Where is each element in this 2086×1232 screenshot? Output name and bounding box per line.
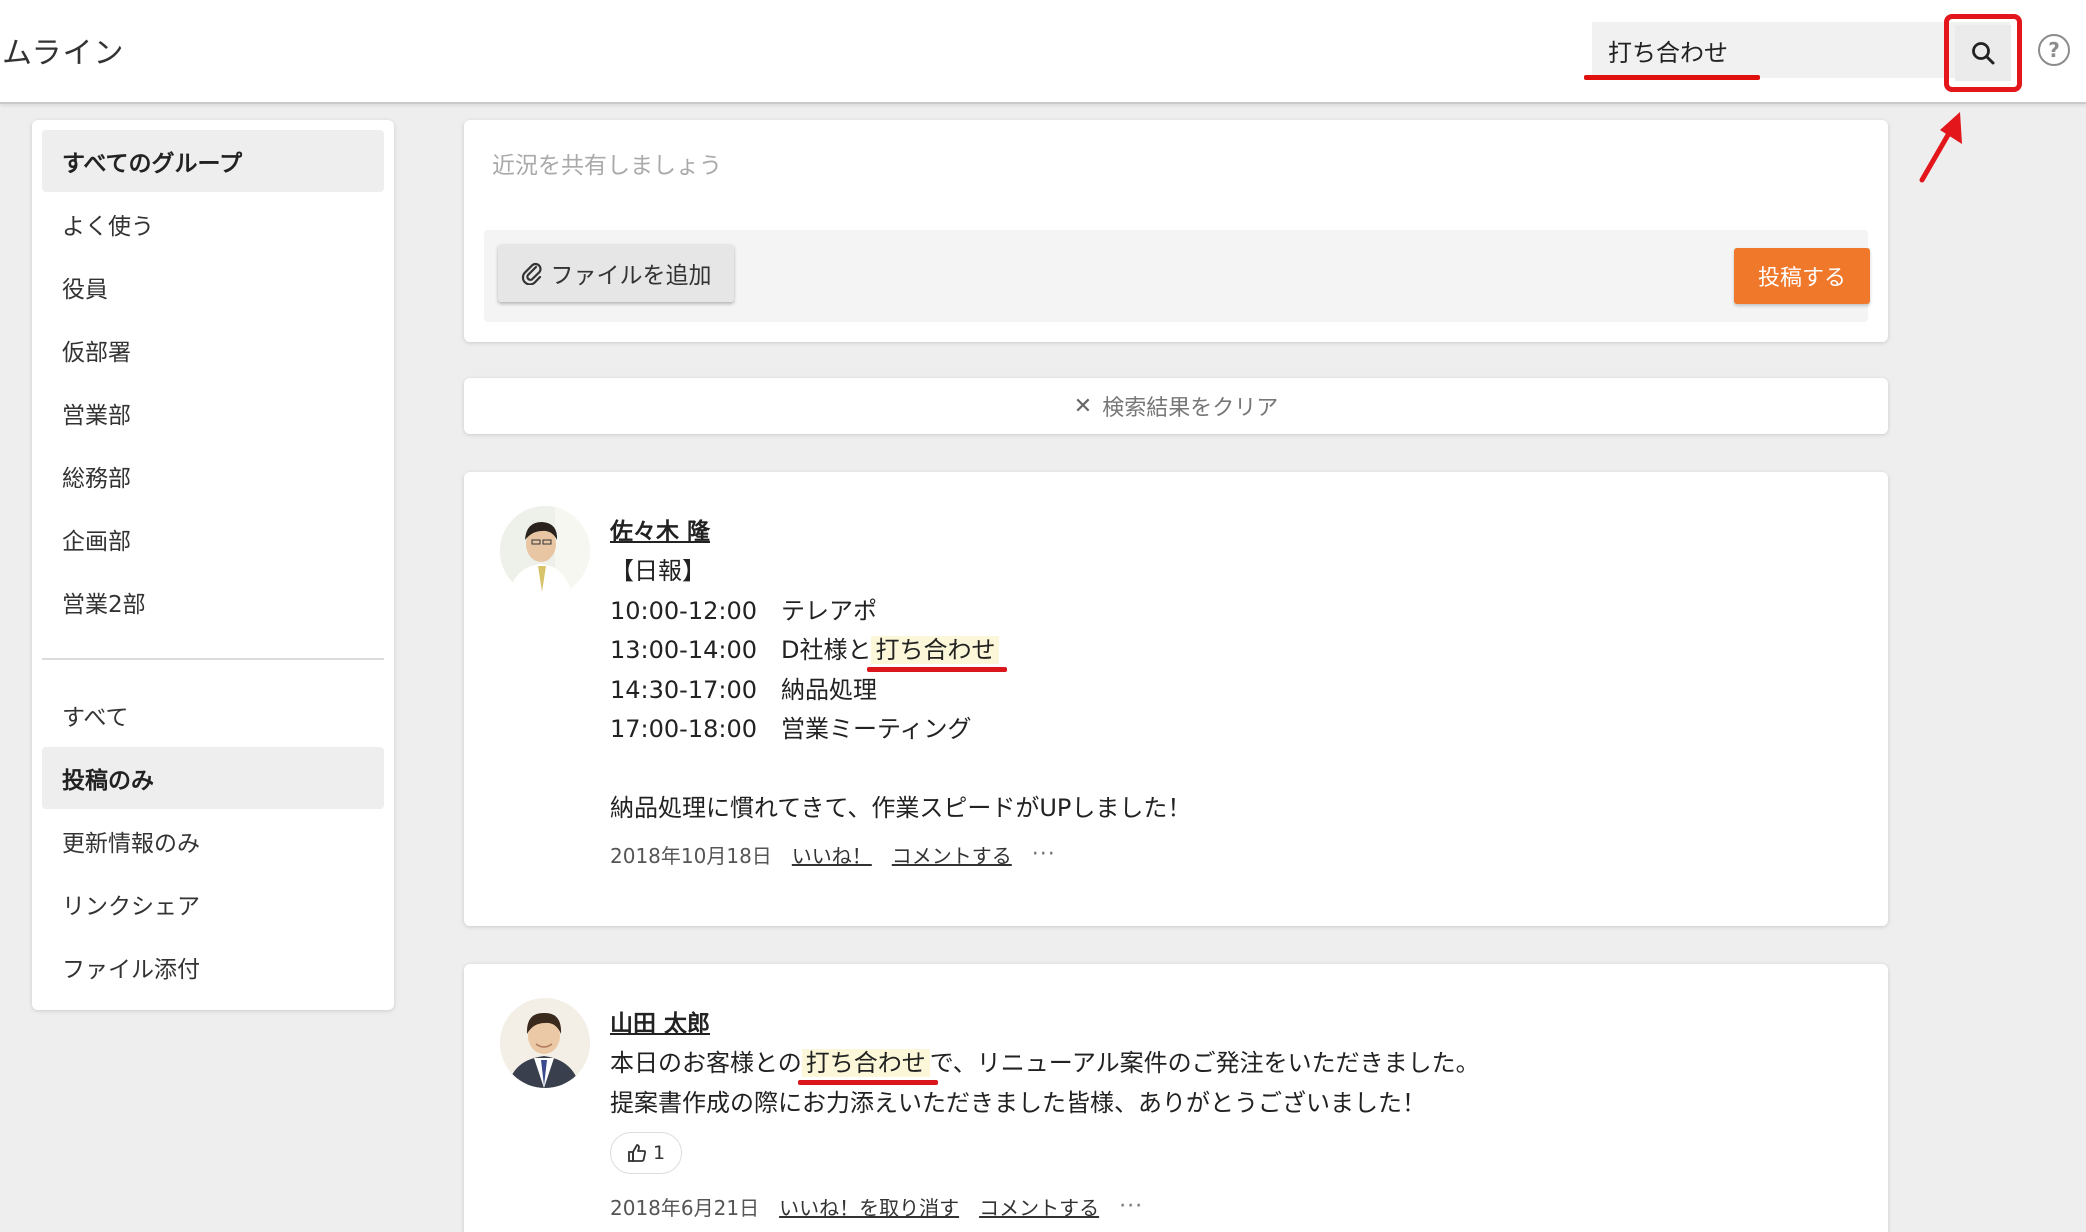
sidebar-item-all-groups[interactable]: すべてのグループ [42, 130, 384, 192]
search-icon [1972, 42, 1995, 65]
sidebar-item-sales[interactable]: 営業部 [42, 382, 384, 444]
search-button-inner[interactable] [1955, 25, 2011, 81]
search-annotation-underline [1584, 75, 1760, 80]
add-file-label: ファイルを追加 [550, 263, 712, 289]
annotation-arrow-icon [1919, 112, 1962, 183]
avatar-image [500, 998, 590, 1088]
avatar[interactable] [500, 506, 590, 596]
close-icon: ✕ [1073, 393, 1093, 419]
post-line-text: で、リニューアル案件のご発注をいただきました。 [929, 1049, 1480, 1077]
sidebar-item-favorites[interactable]: よく使う [42, 193, 384, 255]
post-body: 本日のお客様との 打ち合わせ で、リニューアル案件のご発注をいただきました。 提案書… [610, 1044, 1480, 1123]
post-date: 2018年10月18日 [610, 844, 772, 868]
add-file-button[interactable]: ファイルを追加 [498, 244, 734, 302]
sidebar-divider [42, 658, 384, 660]
sidebar-item-executives[interactable]: 役員 [42, 256, 384, 318]
post-line: 提案書作成の際にお力添えいただきました皆様、ありがとうございました！ [610, 1088, 1426, 1117]
highlight-annotation-underline [797, 1080, 938, 1085]
post-card: 佐々木 隆 【日報】 10:00-12:00 テレアポ 13:00-14:00 … [464, 472, 1888, 926]
post-line: 13:00-14:00 D社様と 打ち合わせ [610, 631, 1191, 672]
post-line: 納品処理に慣れてきて、作業スピードがUPしました！ [610, 794, 1192, 822]
post-meta: 2018年10月18日 いいね！ コメントする ··· [610, 840, 1056, 869]
like-count-badge[interactable]: 1 [610, 1132, 682, 1174]
help-icon[interactable]: ? [2038, 34, 2070, 66]
post-line: 14:30-17:00 納品処理 [610, 675, 877, 704]
comment-link[interactable]: コメントする [979, 1192, 1099, 1221]
post-line-text: 13:00-14:00 D社様と [610, 636, 872, 664]
sidebar-filter-file-attach[interactable]: ファイル添付 [42, 936, 384, 998]
paperclip-icon [521, 262, 542, 285]
sidebar: すべてのグループ よく使う 役員 仮部署 営業部 総務部 企画部 営業2部 すべ… [32, 120, 394, 1010]
highlight-annotation-underline [867, 667, 1008, 672]
like-link[interactable]: いいね！ [792, 840, 872, 869]
post-line-text: 本日のお客様との [610, 1049, 802, 1077]
sidebar-item-general-affairs[interactable]: 総務部 [42, 445, 384, 507]
sidebar-item-temp-dept[interactable]: 仮部署 [42, 319, 384, 381]
clear-search-button[interactable]: ✕ 検索結果をクリア [464, 378, 1888, 434]
unlike-link[interactable]: いいね！を取り消す [779, 1192, 959, 1221]
search-highlight: 打ち合わせ [797, 1049, 938, 1085]
post-author[interactable]: 佐々木 隆 [610, 512, 710, 546]
post-line: 17:00-18:00 営業ミーティング [610, 715, 972, 743]
clear-search-label: 検索結果をクリア [1102, 396, 1279, 421]
search-highlight-text: 打ち合わせ [805, 1049, 926, 1077]
search-highlight: 打ち合わせ [867, 636, 1008, 672]
post-line: 本日のお客様との 打ち合わせ で、リニューアル案件のご発注をいただきました。 [610, 1044, 1480, 1085]
post-body: 【日報】 10:00-12:00 テレアポ 13:00-14:00 D社様と 打ち… [610, 552, 1191, 829]
sidebar-filter-all[interactable]: すべて [42, 684, 384, 746]
sidebar-item-sales-2[interactable]: 営業2部 [42, 571, 384, 633]
search-button[interactable] [1944, 14, 2022, 92]
top-header: ムライン ? [0, 0, 2086, 104]
avatar[interactable] [500, 998, 590, 1088]
more-options-icon[interactable]: ··· [1119, 1194, 1143, 1219]
composer-toolbar: ファイルを追加 投稿する [484, 230, 1870, 322]
post-date: 2018年6月21日 [610, 1196, 760, 1220]
search-highlight-text: 打ち合わせ [875, 636, 996, 664]
post-author[interactable]: 山田 太郎 [610, 1004, 710, 1038]
post-meta: 2018年6月21日 いいね！を取り消す コメントする ··· [610, 1192, 1143, 1221]
sidebar-filter-posts-only[interactable]: 投稿のみ [42, 747, 384, 809]
status-input[interactable] [492, 146, 1852, 226]
app-title: ムライン [2, 36, 125, 71]
post-card: 山田 太郎 本日のお客様との 打ち合わせ で、リニューアル案件のご発注をいただきまし… [464, 964, 1888, 1232]
comment-link[interactable]: コメントする [892, 840, 1012, 869]
sidebar-filter-updates-only[interactable]: 更新情報のみ [42, 810, 384, 872]
post-line: 10:00-12:00 テレアポ [610, 596, 877, 625]
thumbs-up-icon [628, 1144, 646, 1162]
search-input[interactable] [1608, 34, 1938, 66]
post-line: 【日報】 [610, 557, 706, 585]
post-composer: ファイルを追加 投稿する [464, 120, 1888, 342]
sidebar-filter-link-share[interactable]: リンクシェア [42, 873, 384, 935]
more-options-icon[interactable]: ··· [1032, 842, 1056, 867]
sidebar-item-planning[interactable]: 企画部 [42, 508, 384, 570]
avatar-image [500, 506, 590, 596]
like-count: 1 [652, 1142, 666, 1164]
post-button[interactable]: 投稿する [1734, 248, 1870, 304]
